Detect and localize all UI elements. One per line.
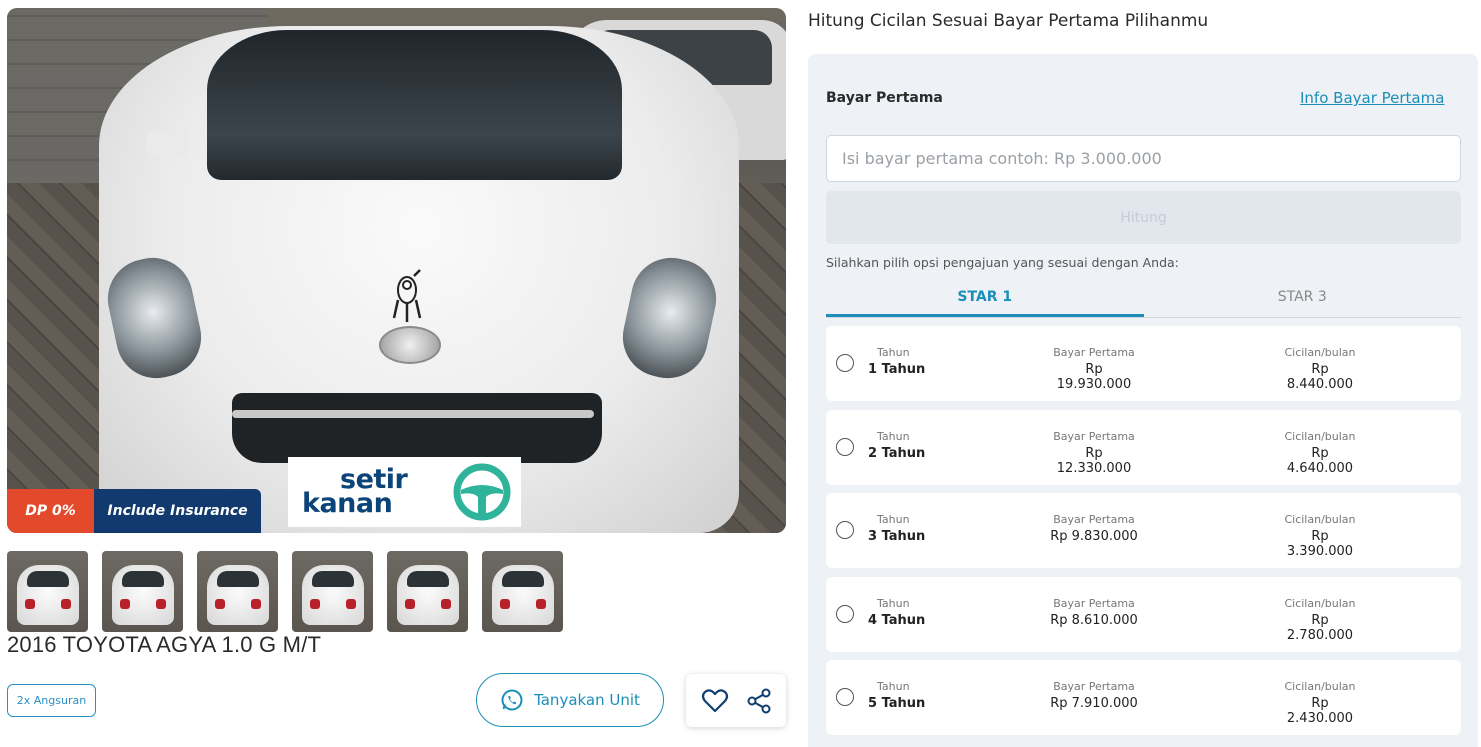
dp-value: Rp 7.910.000 [1050, 696, 1138, 712]
monthly-label: Cicilan/bulan [1284, 346, 1356, 359]
monthly-label: Cicilan/bulan [1284, 596, 1356, 610]
ask-unit-label: Tanyakan Unit [534, 691, 640, 709]
ask-unit-button[interactable]: Tanyakan Unit [476, 673, 664, 727]
tenor-value: 1 Tahun [868, 362, 926, 377]
monthly-label: Cicilan/bulan [1284, 513, 1356, 527]
hood-sticker-icon [390, 268, 424, 324]
radio-icon[interactable] [836, 604, 854, 623]
hitung-button[interactable]: Hitung [826, 191, 1461, 244]
angsuran-chip: 2x Angsuran [7, 684, 96, 717]
monthly-value: Rp 2.430.000 [1286, 696, 1354, 727]
watermark-line-2: kanan [302, 488, 393, 519]
tab-star-1[interactable]: STAR 1 [826, 282, 1144, 317]
monthly-label: Cicilan/bulan [1284, 680, 1356, 694]
tenor-value: 3 Tahun [868, 529, 926, 545]
installment-option[interactable]: Tahun 5 Tahun Bayar Pertama Rp 7.910.000 C… [826, 660, 1461, 736]
dp-label: Bayar Pertama [1053, 596, 1135, 610]
car-mirror [147, 131, 189, 157]
dp-field-label: Bayar Pertama [826, 90, 943, 106]
dp-value: Rp 19.930.000 [1056, 362, 1132, 392]
installment-option[interactable]: Tahun 4 Tahun Bayar Pertama Rp 8.610.000 C… [826, 576, 1461, 652]
tab-star-3[interactable]: STAR 3 [1144, 282, 1462, 317]
dp-label: Bayar Pertama [1053, 429, 1135, 443]
thumbnail-3[interactable] [197, 551, 278, 632]
tenor-label: Tahun [877, 429, 910, 443]
action-box [686, 674, 786, 727]
radio-icon[interactable] [836, 437, 854, 456]
steering-wheel-logo-icon [453, 463, 511, 521]
dp-badge: DP 0% [7, 489, 94, 533]
installment-option[interactable]: Tahun 1 Tahun Bayar Pertama Rp 19.930.000 … [826, 326, 1461, 401]
installment-option[interactable]: Tahun 3 Tahun Bayar Pertama Rp 9.830.000 C… [826, 493, 1461, 569]
dp-label: Bayar Pertama [1053, 346, 1135, 359]
setirkanan-watermark: setir kanan [288, 457, 521, 527]
car-windshield [207, 30, 622, 180]
dp-label: Bayar Pertama [1053, 513, 1135, 527]
info-dp-link[interactable]: Info Bayar Pertama [1300, 89, 1444, 107]
car-grille-chrome [232, 410, 594, 418]
tenor-label: Tahun [877, 346, 910, 359]
thumbnail-4[interactable] [292, 551, 373, 632]
tenor-value: 2 Tahun [868, 445, 926, 461]
tenor-label: Tahun [877, 596, 910, 610]
dp-value: Rp 9.830.000 [1050, 529, 1138, 545]
heart-icon[interactable] [701, 688, 729, 714]
thumbnail-strip [7, 551, 563, 632]
thumbnail-6[interactable] [482, 551, 563, 632]
monthly-value: Rp 8.440.000 [1286, 362, 1354, 392]
share-icon[interactable] [746, 688, 772, 714]
thumbnail-1[interactable] [7, 551, 88, 632]
radio-icon[interactable] [836, 688, 854, 707]
radio-icon[interactable] [836, 354, 854, 372]
radio-icon[interactable] [836, 521, 854, 540]
insurance-badge: Include Insurance [94, 489, 261, 533]
installment-option[interactable]: Tahun 2 Tahun Bayar Pertama Rp 12.330.000 … [826, 409, 1461, 485]
tenor-value: 5 Tahun [868, 696, 926, 712]
tenor-label: Tahun [877, 680, 910, 694]
option-hint: Silahkan pilih opsi pengajuan yang sesua… [826, 255, 1179, 270]
whatsapp-icon [501, 689, 523, 711]
dp-value: Rp 8.610.000 [1050, 612, 1138, 628]
installment-options: Tahun 1 Tahun Bayar Pertama Rp 19.930.000 … [826, 326, 1461, 744]
toyota-emblem-icon [379, 326, 441, 364]
dp-input[interactable] [826, 135, 1461, 182]
monthly-value: Rp 2.780.000 [1286, 612, 1354, 643]
main-car-photo[interactable]: setir kanan DP 0% Include Insurance seti… [7, 8, 786, 533]
tenor-label: Tahun [877, 513, 910, 527]
dp-value: Rp 12.330.000 [1056, 445, 1132, 476]
program-tabs: STAR 1 STAR 3 [826, 282, 1461, 318]
monthly-label: Cicilan/bulan [1284, 429, 1356, 443]
dp-label: Bayar Pertama [1053, 680, 1135, 694]
tenor-value: 4 Tahun [868, 612, 926, 628]
thumbnail-5[interactable] [387, 551, 468, 632]
car-grille [232, 393, 602, 463]
thumbnail-2[interactable] [102, 551, 183, 632]
monthly-value: Rp 4.640.000 [1286, 445, 1354, 476]
car-title: 2016 TOYOTA AGYA 1.0 G M/T [7, 632, 322, 657]
monthly-value: Rp 3.390.000 [1286, 529, 1354, 560]
calculator-heading: Hitung Cicilan Sesuai Bayar Pertama Pili… [808, 11, 1209, 31]
